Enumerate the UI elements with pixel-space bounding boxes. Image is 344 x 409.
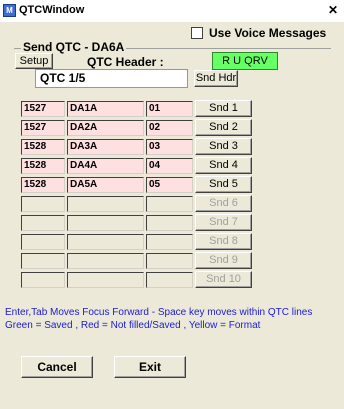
send-line-button[interactable]: Snd 8: [195, 233, 252, 250]
qtc-time-field[interactable]: [21, 196, 65, 212]
qtc-header-label: QTC Header :: [87, 55, 164, 69]
qtc-call-field[interactable]: DA5A: [67, 177, 144, 193]
qtc-time-field[interactable]: 1528: [21, 158, 65, 174]
qtc-call-field[interactable]: DA4A: [67, 158, 144, 174]
qtc-time-field[interactable]: [21, 272, 65, 288]
qtc-call-field[interactable]: [67, 215, 144, 231]
send-header-button[interactable]: Snd Hdr: [194, 70, 238, 87]
qtc-number-field[interactable]: [146, 272, 193, 288]
send-line-button[interactable]: Snd 2: [195, 119, 252, 136]
app-icon: M: [3, 4, 16, 17]
qtc-call-field[interactable]: [67, 196, 144, 212]
title-bar: M QTCWindow ✕: [0, 0, 344, 22]
send-line-button[interactable]: Snd 7: [195, 214, 252, 231]
r-u-qrv-button[interactable]: R U QRV: [212, 52, 278, 70]
qtc-number-field[interactable]: [146, 253, 193, 269]
send-line-button[interactable]: Snd 1: [195, 100, 252, 117]
qtc-time-field[interactable]: [21, 253, 65, 269]
qtc-time-field[interactable]: 1527: [21, 120, 65, 136]
qtc-call-field[interactable]: DA2A: [67, 120, 144, 136]
qtc-number-field[interactable]: 04: [146, 158, 193, 174]
setup-button[interactable]: Setup: [15, 53, 53, 69]
qtc-call-field[interactable]: [67, 272, 144, 288]
qtc-time-field[interactable]: [21, 234, 65, 250]
voice-messages-label[interactable]: Use Voice Messages: [209, 26, 326, 40]
qtc-number-field[interactable]: 05: [146, 177, 193, 193]
qtc-call-field[interactable]: DA1A: [67, 101, 144, 117]
window-title: QTCWindow: [19, 4, 85, 16]
cancel-button[interactable]: Cancel: [21, 356, 93, 378]
qtc-time-field[interactable]: [21, 215, 65, 231]
send-line-button[interactable]: Snd 6: [195, 195, 252, 212]
qtc-window: M QTCWindow ✕ Use Voice Messages Send QT…: [0, 0, 344, 409]
qtc-time-field[interactable]: 1527: [21, 101, 65, 117]
qtc-time-field[interactable]: 1528: [21, 139, 65, 155]
close-button[interactable]: ✕: [326, 4, 340, 18]
help-text: Enter,Tab Moves Focus Forward - Space ke…: [5, 307, 313, 331]
qtc-number-field[interactable]: 03: [146, 139, 193, 155]
send-line-button[interactable]: Snd 3: [195, 138, 252, 155]
qtc-number-field[interactable]: [146, 215, 193, 231]
qtc-number-field[interactable]: [146, 234, 193, 250]
send-line-button[interactable]: Snd 10: [195, 271, 252, 288]
send-line-button[interactable]: Snd 9: [195, 252, 252, 269]
send-line-button[interactable]: Snd 5: [195, 176, 252, 193]
qtc-header-field[interactable]: QTC 1/5: [35, 69, 188, 88]
qtc-call-field[interactable]: [67, 234, 144, 250]
qtc-time-field[interactable]: 1528: [21, 177, 65, 193]
qtc-call-field[interactable]: DA3A: [67, 139, 144, 155]
exit-button[interactable]: Exit: [114, 356, 186, 378]
qtc-number-field[interactable]: [146, 196, 193, 212]
send-qtc-group-title: Send QTC - DA6A: [21, 40, 127, 54]
voice-messages-checkbox[interactable]: [191, 27, 203, 39]
send-line-button[interactable]: Snd 4: [195, 157, 252, 174]
qtc-number-field[interactable]: 01: [146, 101, 193, 117]
qtc-call-field[interactable]: [67, 253, 144, 269]
qtc-number-field[interactable]: 02: [146, 120, 193, 136]
